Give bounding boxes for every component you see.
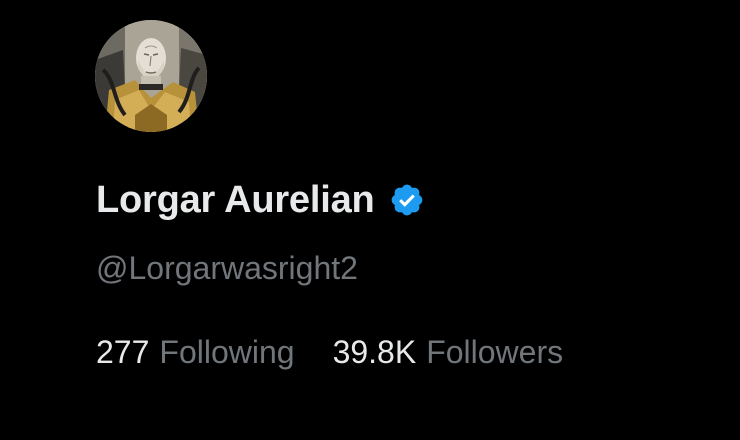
- verified-badge-icon[interactable]: [389, 182, 425, 218]
- profile-header: Lorgar Aurelian @Lorgarwasright2 277 Fol…: [0, 0, 740, 440]
- display-name-row: Lorgar Aurelian: [96, 176, 425, 224]
- avatar[interactable]: [95, 20, 207, 132]
- followers-link[interactable]: 39.8K Followers: [333, 330, 564, 374]
- follow-stats: 277 Following 39.8K Followers: [96, 330, 563, 374]
- followers-count: 39.8K: [332, 334, 417, 370]
- following-label: Following: [159, 334, 295, 370]
- display-name: Lorgar Aurelian: [96, 179, 375, 221]
- username-handle: @Lorgarwasright2: [96, 250, 358, 286]
- followers-label: Followers: [426, 334, 564, 370]
- following-link[interactable]: 277 Following: [96, 330, 295, 374]
- following-count: 277: [96, 334, 150, 370]
- avatar-image: [95, 20, 207, 132]
